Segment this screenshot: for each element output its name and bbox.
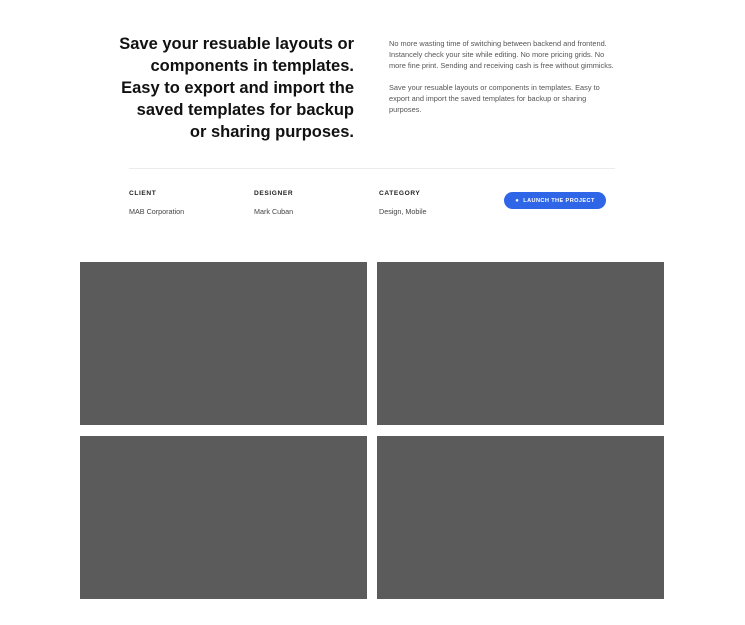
gallery-image-1: [80, 262, 367, 425]
intro-paragraph-1: No more wasting time of switching betwee…: [389, 39, 614, 70]
meta-designer: DESIGNER Mark Cuban: [254, 190, 293, 216]
meta-client: CLIENT MAB Corporation: [129, 190, 184, 216]
client-label: CLIENT: [129, 190, 157, 197]
designer-value: Mark Cuban: [254, 207, 294, 216]
intro-headline: Save your resuable layouts or components…: [119, 35, 354, 141]
launch-project-button[interactable]: ● LAUNCH THE PROJECT: [504, 192, 606, 209]
meta-category: CATEGORY Design, Mobile: [379, 190, 427, 216]
category-label: CATEGORY: [379, 190, 421, 197]
designer-label: DESIGNER: [254, 190, 294, 197]
launch-project-label: LAUNCH THE PROJECT: [523, 197, 595, 204]
intro-paragraph-2: Save your resuable layouts or components…: [389, 83, 600, 114]
client-value: MAB Corporation: [129, 207, 185, 216]
category-value: Design, Mobile: [379, 207, 427, 216]
gallery-image-2: [377, 262, 664, 425]
gallery-image-4: [377, 436, 664, 599]
gallery-image-3: [80, 436, 367, 599]
section-divider: [129, 168, 615, 169]
apple-icon: ●: [515, 197, 520, 204]
